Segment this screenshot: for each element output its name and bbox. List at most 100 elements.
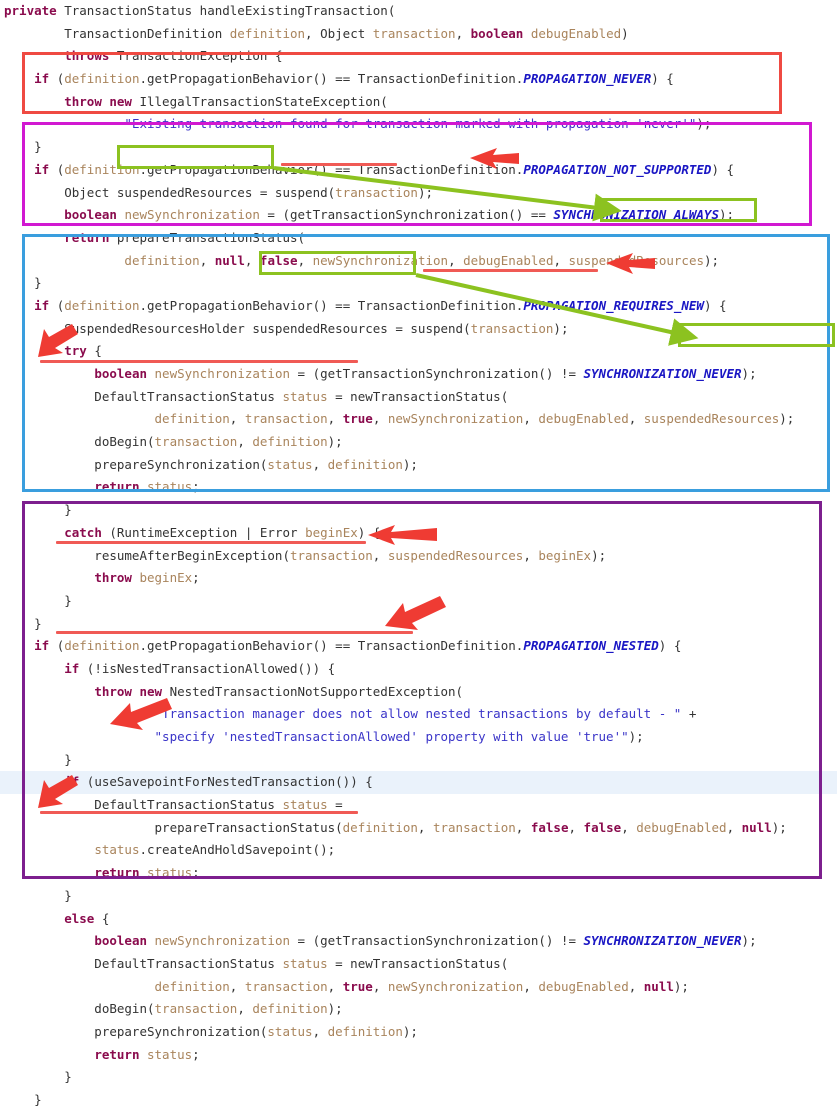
code-line[interactable]: definition, transaction, true, newSynchr…	[0, 408, 837, 431]
code-token: doBegin(	[4, 1001, 155, 1017]
code-token: ,	[199, 252, 215, 268]
code-line[interactable]: boolean newSynchronization = (getTransac…	[0, 363, 837, 386]
code-line[interactable]: }	[0, 1066, 837, 1089]
code-token: beginEx	[538, 547, 592, 563]
code-line[interactable]: if (definition.getPropagationBehavior() …	[0, 68, 837, 91]
code-token: transaction	[372, 25, 456, 41]
code-line[interactable]: boolean newSynchronization = (getTransac…	[0, 930, 837, 953]
code-token: }	[4, 1069, 72, 1085]
code-line[interactable]: else {	[0, 908, 837, 931]
code-line[interactable]: }	[0, 272, 837, 295]
code-line[interactable]: definition, transaction, true, newSynchr…	[0, 976, 837, 999]
code-token: .getPropagationBehavior() == Transaction…	[139, 297, 524, 313]
code-token: );	[628, 729, 644, 744]
code-line[interactable]: DefaultTransactionStatus status = newTra…	[0, 386, 837, 409]
code-line[interactable]: private TransactionStatus handleExisting…	[0, 0, 837, 23]
code-line[interactable]: }	[0, 749, 837, 772]
code-token: debugEnabled	[463, 252, 554, 268]
code-line[interactable]: boolean newSynchronization = (getTransac…	[0, 204, 837, 227]
code-token: ,	[523, 547, 539, 563]
code-token: definition	[342, 819, 418, 835]
code-line[interactable]: }	[0, 499, 837, 522]
code-line[interactable]: return status;	[0, 1044, 837, 1067]
code-token: , Object	[305, 25, 373, 41]
code-line[interactable]: "specify 'nestedTransactionAllowed' prop…	[0, 726, 837, 749]
code-line[interactable]: prepareSynchronization(status, definitio…	[0, 454, 837, 477]
code-line[interactable]: try {	[0, 340, 837, 363]
code-line[interactable]: if (!isNestedTransactionAllowed()) {	[0, 658, 837, 681]
code-line[interactable]: Object suspendedResources = suspend(tran…	[0, 182, 837, 205]
code-line[interactable]: }	[0, 136, 837, 159]
code-line[interactable]: return status;	[0, 862, 837, 885]
code-line[interactable]: DefaultTransactionStatus status =	[0, 794, 837, 817]
code-line[interactable]: prepareSynchronization(status, definitio…	[0, 1021, 837, 1044]
code-line[interactable]: SuspendedResourcesHolder suspendedResour…	[0, 318, 837, 341]
code-line[interactable]: return prepareTransactionStatus(	[0, 227, 837, 250]
code-token: "Existing transaction found for transact…	[124, 116, 697, 132]
code-token: false	[530, 819, 569, 835]
code-token: beginEx	[139, 570, 193, 586]
code-line[interactable]: catch (RuntimeException | Error beginEx)…	[0, 522, 837, 545]
code-line[interactable]: if (definition.getPropagationBehavior() …	[0, 159, 837, 182]
code-line[interactable]: }	[0, 613, 837, 636]
code-line[interactable]: if (definition.getPropagationBehavior() …	[0, 295, 837, 318]
code-line[interactable]: resumeAfterBeginException(transaction, s…	[0, 545, 837, 568]
code-token: );	[673, 978, 689, 994]
code-editor-content[interactable]: private TransactionStatus handleExisting…	[0, 0, 837, 1107]
code-token: try	[64, 343, 87, 359]
code-line[interactable]: throw new IllegalTransactionStateExcepti…	[0, 91, 837, 114]
code-line[interactable]: throw beginEx;	[0, 567, 837, 590]
code-line[interactable]: throw new NestedTransactionNotSupportedE…	[0, 681, 837, 704]
code-token: transaction	[470, 320, 554, 336]
code-line[interactable]: DefaultTransactionStatus status = newTra…	[0, 953, 837, 976]
code-token: newSynchronization	[154, 933, 290, 949]
code-line[interactable]: }	[0, 885, 837, 908]
code-line[interactable]: return status;	[0, 476, 837, 499]
code-line[interactable]: "Existing transaction found for transact…	[0, 113, 837, 136]
code-token: debugEnabled	[636, 819, 727, 835]
code-token: = newTransactionStatus(	[327, 388, 509, 404]
code-token: if	[64, 774, 80, 790]
code-token: SYNCHRONIZATION_ALWAYS	[553, 207, 719, 223]
code-token: ,	[372, 411, 388, 427]
code-token: true	[342, 978, 373, 994]
code-token: definition	[64, 297, 140, 313]
code-line[interactable]: "Transaction manager does not allow nest…	[0, 703, 837, 726]
code-token: if	[34, 161, 50, 177]
code-token: DefaultTransactionStatus	[4, 955, 283, 971]
code-token: status	[282, 955, 328, 971]
code-token: status	[282, 797, 328, 813]
code-token: suspendedResources	[643, 411, 780, 427]
code-line[interactable]: TransactionDefinition definition, Object…	[0, 23, 837, 46]
code-token: NestedTransactionNotSupportedException(	[162, 683, 464, 699]
code-token: = newTransactionStatus(	[327, 955, 509, 971]
code-token: debugEnabled	[538, 978, 629, 994]
code-line[interactable]: doBegin(transaction, definition);	[0, 998, 837, 1021]
code-token: status	[94, 842, 140, 858]
code-line[interactable]: }	[0, 590, 837, 613]
code-line[interactable]: status.createAndHoldSavepoint();	[0, 839, 837, 862]
code-line[interactable]: prepareTransactionStatus(definition, tra…	[0, 817, 837, 840]
code-line[interactable]: if (definition.getPropagationBehavior() …	[0, 635, 837, 658]
code-token: status	[282, 388, 328, 404]
code-token: );	[327, 434, 343, 450]
code-token: );	[696, 116, 712, 132]
code-line[interactable]: }	[0, 1089, 837, 1112]
code-token: transaction	[289, 547, 373, 563]
code-line[interactable]: doBegin(transaction, definition);	[0, 431, 837, 454]
code-line[interactable]: throws TransactionException {	[0, 45, 837, 68]
code-token: ) {	[711, 161, 735, 177]
code-token: definition	[64, 638, 140, 654]
code-line[interactable]: if (useSavepointForNestedTransaction()) …	[0, 771, 837, 795]
code-line[interactable]: definition, null, false, newSynchronizat…	[0, 250, 837, 273]
